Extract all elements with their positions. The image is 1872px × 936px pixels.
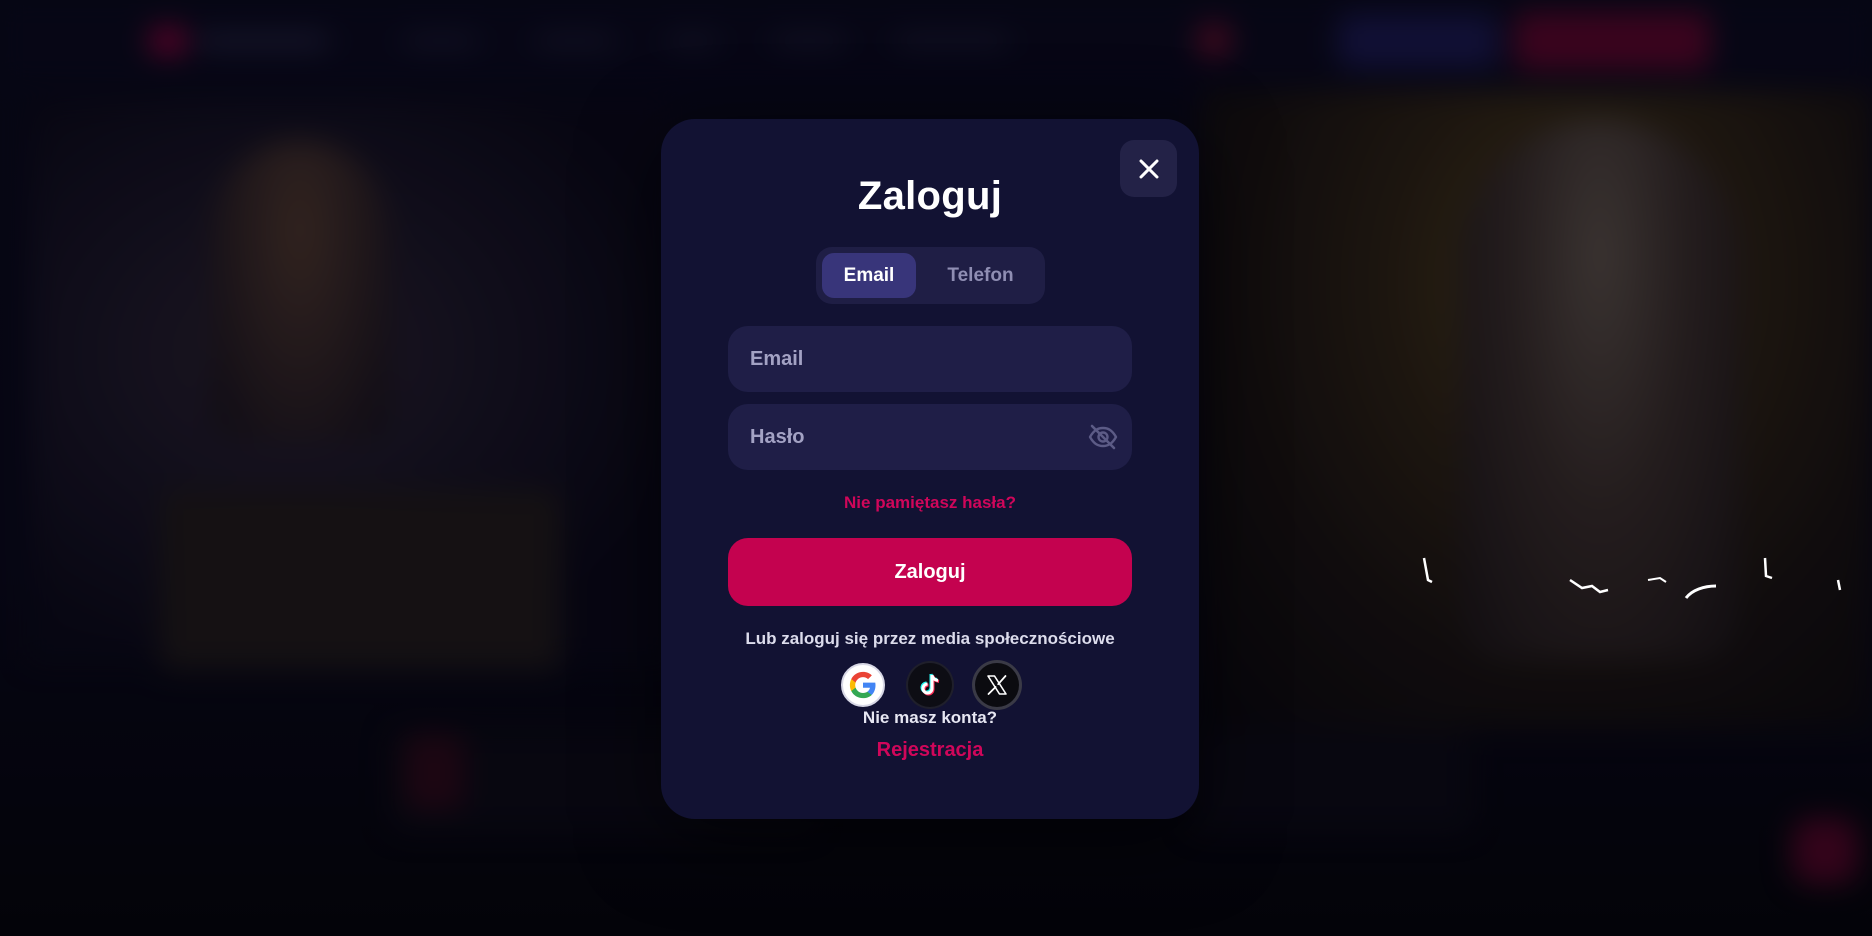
login-submit-button[interactable]: Zaloguj bbox=[728, 538, 1132, 606]
tab-email[interactable]: Email bbox=[822, 253, 916, 298]
login-modal: Zaloguj Email Telefon Nie pamiętasz hasł… bbox=[661, 119, 1199, 819]
tiktok-icon bbox=[920, 673, 940, 696]
background-artifact bbox=[1422, 557, 1842, 599]
tab-phone[interactable]: Telefon bbox=[922, 253, 1039, 298]
email-input[interactable] bbox=[728, 326, 1132, 392]
no-account-text: Nie masz konta? bbox=[862, 708, 998, 727]
google-login-button[interactable] bbox=[841, 663, 885, 707]
x-icon bbox=[987, 675, 1007, 695]
google-icon bbox=[849, 671, 876, 699]
social-login-label: Lub zaloguj się przez media społeczności… bbox=[745, 629, 1115, 648]
password-input[interactable] bbox=[728, 404, 1132, 470]
register-link[interactable]: Rejestracja bbox=[661, 739, 1199, 762]
tiktok-login-button[interactable] bbox=[908, 663, 952, 707]
x-login-button[interactable] bbox=[975, 663, 1019, 707]
toggle-password-visibility-button[interactable] bbox=[1086, 421, 1120, 453]
email-field-container bbox=[728, 326, 1132, 392]
password-field-container bbox=[728, 404, 1132, 470]
modal-title: Zaloguj bbox=[857, 174, 1003, 218]
forgot-password-link[interactable]: Nie pamiętasz hasła? bbox=[661, 493, 1199, 513]
login-method-tabs: Email Telefon bbox=[816, 247, 1045, 304]
eye-off-icon bbox=[1088, 424, 1118, 450]
social-login-buttons bbox=[661, 663, 1199, 709]
